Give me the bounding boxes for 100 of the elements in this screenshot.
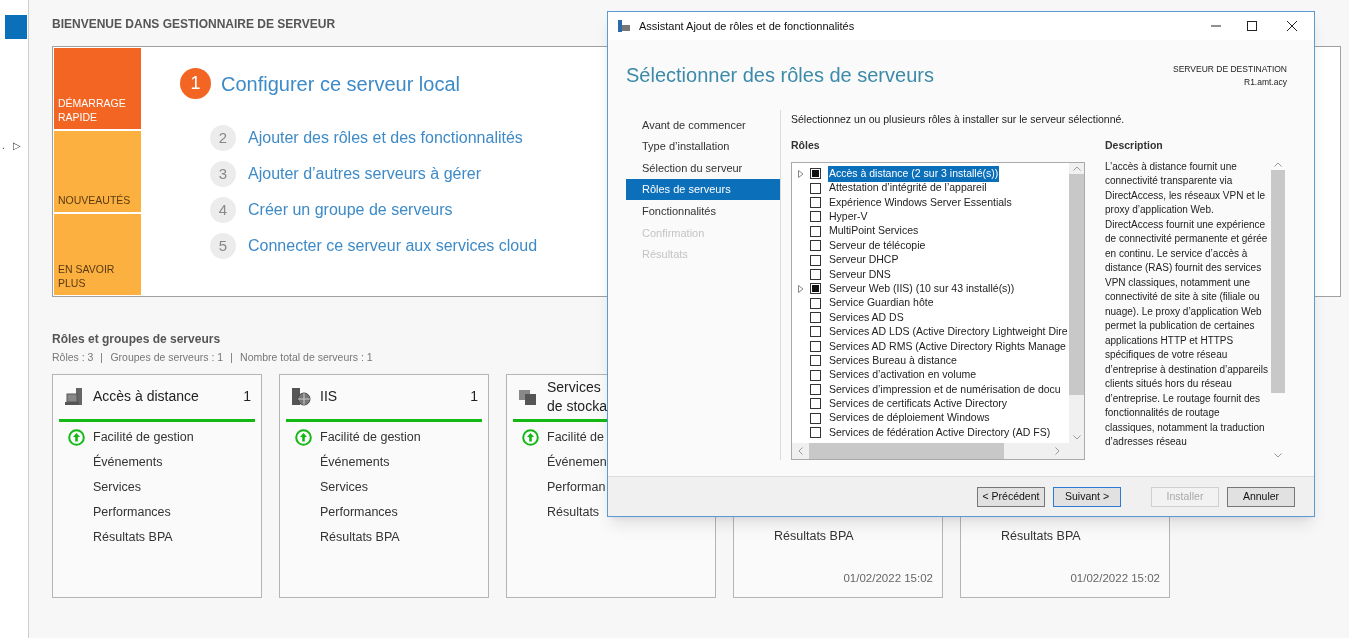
wizard-step[interactable]: Fonctionnalités <box>626 200 780 222</box>
card-link[interactable]: Performances <box>93 502 171 522</box>
wizard-step[interactable]: Avant de commencer <box>626 114 780 136</box>
step-link[interactable]: Connecter ce serveur aux services cloud <box>248 234 538 258</box>
role-checkbox[interactable] <box>810 427 821 439</box>
role-checkbox[interactable] <box>810 283 821 295</box>
card-link[interactable]: Événements <box>320 452 390 472</box>
role-item[interactable]: Hyper-V <box>828 209 869 225</box>
role-item[interactable]: Service Guardian hôte <box>828 295 935 312</box>
role-item[interactable]: Expérience Windows Server Essentials <box>828 194 1013 211</box>
card-link[interactable]: Événements <box>93 452 163 472</box>
card-link[interactable]: Résultats BPA <box>1001 526 1081 546</box>
step-number: 3 <box>210 161 236 187</box>
quick-start-tile[interactable]: EN SAVOIR PLUS <box>54 214 141 295</box>
role-checkbox[interactable] <box>810 412 821 424</box>
role-item[interactable]: Services AD DS <box>828 309 905 326</box>
destination-label: SERVEUR DE DESTINATION <box>1173 63 1287 76</box>
tile-label: EN SAVOIR PLUS <box>58 262 116 290</box>
expand-icon[interactable] <box>798 169 804 178</box>
roles-heading: Rôles <box>791 137 821 153</box>
role-item[interactable]: MultiPoint Services <box>828 223 920 240</box>
card-count: 1 <box>470 387 478 407</box>
server-globe-icon <box>291 386 311 407</box>
role-item[interactable]: Serveur DNS <box>828 266 892 283</box>
card-link[interactable]: Résultats <box>547 502 600 522</box>
role-checkbox[interactable] <box>810 211 821 223</box>
description-heading: Description <box>1105 137 1164 153</box>
dialog-button[interactable]: < Précédent <box>977 486 1045 507</box>
card-link[interactable]: Facilité de <box>547 427 604 447</box>
wizard-step[interactable]: Sélection du serveur <box>626 157 780 179</box>
quick-start-tile[interactable]: NOUVEAUTÉS <box>54 131 141 212</box>
role-item[interactable]: Services AD LDS (Active Directory Lightweight Dire <box>828 324 1069 340</box>
dialog-button[interactable]: Annuler <box>1227 486 1295 507</box>
step-link[interactable]: Configurer ce serveur local <box>221 68 460 99</box>
role-checkbox[interactable] <box>810 369 821 381</box>
sidebar-item[interactable]: ▷ <box>12 138 21 153</box>
role-card[interactable]: Accès à distance 1 Facilité de gestion Événements Services Performances Résultats BPA <box>52 373 262 598</box>
role-checkbox[interactable] <box>810 384 821 396</box>
role-item[interactable]: Services Bureau à distance <box>828 352 958 369</box>
stat-text: Groupes de serveurs : 1 <box>110 350 224 365</box>
role-item[interactable]: Serveur de télécopie <box>828 237 927 254</box>
step-number: 2 <box>210 125 236 151</box>
sidebar-item[interactable]: . <box>2 138 5 153</box>
role-checkbox[interactable] <box>810 268 821 280</box>
card-title: IIS <box>320 387 339 407</box>
role-checkbox[interactable] <box>810 225 821 237</box>
tile-label: DÉMARRAGE RAPIDE <box>58 96 127 124</box>
step-number: 4 <box>210 197 236 223</box>
scroll-down-icon[interactable] <box>1274 452 1282 458</box>
role-checkbox[interactable] <box>810 312 821 324</box>
step-link[interactable]: Créer un groupe de serveurs <box>248 198 453 222</box>
role-item[interactable]: Services de déploiement Windows <box>828 410 991 427</box>
role-checkbox[interactable] <box>810 326 821 338</box>
role-item[interactable]: Services de fédération Active Directory (AD FS) <box>828 424 1052 441</box>
role-item[interactable]: Serveur Web (IIS) (10 sur 43 installé(s)) <box>828 280 1016 297</box>
stat-text: Rôles : 3 <box>52 350 94 365</box>
role-item[interactable]: Accès à distance (2 sur 3 installé(s)) <box>828 165 1000 182</box>
role-card[interactable]: IIS 1 Facilité de gestion Événements Services Performances Résultats BPA <box>279 373 489 598</box>
expand-icon[interactable] <box>798 284 804 293</box>
card-link[interactable]: Résultats BPA <box>774 526 854 546</box>
step-link[interactable]: Ajouter d’autres serveurs à gérer <box>248 162 481 186</box>
role-checkbox[interactable] <box>810 254 821 266</box>
app-icon <box>617 19 631 33</box>
destination-server: R1.amt.acy <box>1244 75 1287 89</box>
role-item[interactable]: Services d’impression et de numérisation de docu <box>828 381 1062 398</box>
timestamp: 01/02/2022 15:02 <box>1070 570 1161 586</box>
role-checkbox[interactable] <box>810 398 821 410</box>
wizard-step[interactable]: Type d’installation <box>626 135 780 158</box>
card-link[interactable]: Performan <box>547 477 606 497</box>
card-link[interactable]: Résultats BPA <box>93 527 173 547</box>
role-checkbox[interactable] <box>810 196 821 208</box>
card-link[interactable]: Facilité de gestion <box>93 427 194 447</box>
role-checkbox[interactable] <box>810 240 821 252</box>
role-item[interactable]: Serveur DHCP <box>828 252 900 268</box>
card-link[interactable]: Services <box>320 477 368 497</box>
role-checkbox[interactable] <box>810 340 821 352</box>
wizard-step[interactable]: Rôles de serveurs <box>626 178 780 201</box>
scroll-up-icon[interactable] <box>1274 161 1282 167</box>
role-item[interactable]: Services AD RMS (Active Directory Rights Manage <box>828 338 1067 355</box>
window-title: Assistant Ajout de rôles et de fonctionnalités <box>639 18 856 34</box>
maximize-icon[interactable] <box>1246 20 1258 32</box>
role-item[interactable]: Services d’activation en volume <box>828 367 978 384</box>
dialog-button[interactable]: Suivant > <box>1053 486 1121 507</box>
role-item[interactable]: Attestation d’intégrité de l’appareil <box>828 180 988 196</box>
role-checkbox[interactable] <box>810 182 821 194</box>
card-link[interactable]: Performances <box>320 502 398 522</box>
timestamp: 01/02/2022 15:02 <box>843 570 934 586</box>
role-checkbox[interactable] <box>810 168 821 180</box>
role-checkbox[interactable] <box>810 355 821 367</box>
step-number: 5 <box>210 233 236 259</box>
card-link[interactable]: Facilité de gestion <box>320 427 421 447</box>
card-link[interactable]: Résultats BPA <box>320 527 400 547</box>
role-checkbox[interactable] <box>810 297 821 309</box>
close-icon[interactable] <box>1286 20 1298 32</box>
step-link[interactable]: Ajouter des rôles et des fonctionnalités <box>248 126 523 150</box>
step-number: 1 <box>180 68 211 99</box>
card-link[interactable]: Événemen <box>547 452 607 472</box>
card-title: Services <box>547 377 602 397</box>
card-link[interactable]: Services <box>93 477 141 497</box>
role-item[interactable]: Services de certificats Active Directory <box>828 396 1008 412</box>
